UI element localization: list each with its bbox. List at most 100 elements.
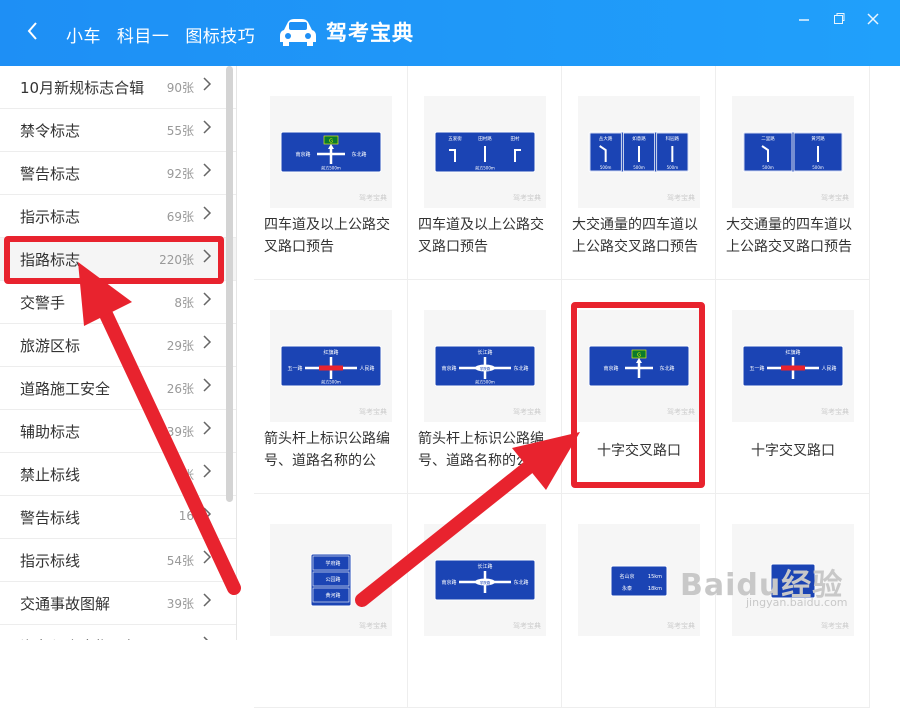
thumbnail-watermark: 驾考宝典 — [821, 194, 849, 202]
baidu-watermark-url: jingyan.baidu.com — [746, 596, 848, 609]
sign-thumbnail: 丛大路 500m 如意路 500m 科园路 500m — [578, 96, 700, 208]
sign-text-right: 人民路 — [359, 365, 374, 372]
sign-text-bottom: 前方500m — [475, 165, 495, 171]
road-sign-image: 长江路学院路 南京路 东北路 — [434, 559, 536, 601]
sidebar-item[interactable]: 指示标志 69张 — [0, 195, 236, 238]
sign-text-left: 南京路 — [441, 365, 456, 372]
app-logo: 驾考宝典 — [278, 16, 414, 48]
sign-thumbnail: 五爱街 田村路 田村 前方500m — [424, 96, 546, 208]
sign-text-right: 东北路 — [513, 365, 528, 372]
sign-text-row: 学府路 — [325, 560, 340, 567]
sign-card[interactable]: 丛大路 500m 如意路 500m 科园路 500m 驾考宝典 大交通量的四车道以上公路交叉路… — [562, 66, 716, 280]
sidebar-item-label: 指示标志 — [20, 208, 81, 226]
sidebar-item-count: 16 — [178, 509, 194, 523]
sign-card[interactable]: 五爱街 田村路 田村 前方500m 驾考宝典四车道及以上公路交叉路口预告 — [408, 66, 562, 280]
sign-text-left: 五一路 — [287, 365, 302, 372]
sidebar-item-count: 8张 — [174, 296, 194, 310]
sidebar-item[interactable]: 警告标志 92张 — [0, 152, 236, 195]
car-logo-icon — [280, 19, 316, 46]
chevron-right-icon — [203, 77, 212, 91]
sidebar-item[interactable]: 交通事故图解 39张 — [0, 582, 236, 625]
road-sign-image: 学府路公园路黄河路 — [310, 553, 352, 607]
minimize-icon[interactable] — [798, 12, 810, 30]
sidebar-item-count: 92张 — [166, 167, 194, 181]
chevron-right-icon — [203, 507, 212, 521]
sign-card-title: 大交通量的四车道以上公路交叉路口预告 — [726, 217, 852, 255]
sidebar-item-label: 禁令标志 — [20, 122, 81, 140]
category-sidebar: 10月新规标志合辑 90张 禁令标志 55张 警告标志 92张 指示标志 69张 指路标志 220… — [0, 66, 236, 640]
thumbnail-watermark: 驾考宝典 — [513, 408, 541, 416]
sidebar-item-label: 10月新规标志合辑 — [20, 79, 145, 97]
sign-thumbnail: G 南京路 东北路 前方500m — [270, 96, 392, 208]
sidebar-item[interactable]: 交警手 8张 — [0, 281, 236, 324]
sidebar-item[interactable]: 旅游区标 29张 — [0, 324, 236, 367]
close-icon[interactable] — [867, 12, 879, 30]
chevron-left-icon[interactable] — [26, 20, 38, 49]
road-sign-image: 长江路学院路 南京路 东北路前方500m — [434, 345, 536, 387]
sidebar-item-count: 5张 — [174, 468, 194, 482]
sidebar-item[interactable]: 指示标线 54张 — [0, 539, 236, 582]
sidebar-item-label: 旅游区标 — [20, 337, 81, 355]
breadcrumb: 小车 科目一 图标技巧 — [66, 22, 265, 47]
sign-panel — [742, 131, 844, 173]
sign-text-distance: 500m — [812, 165, 824, 170]
sign-text-top: 田村路 — [478, 135, 492, 142]
sidebar-item-count: 26张 — [166, 382, 194, 396]
sign-card[interactable]: 长江路 学院路 南京路 东北路驾考宝典 — [408, 494, 562, 708]
sign-text-bottom: 前方500m — [475, 379, 495, 385]
thumbnail-watermark: 驾考宝典 — [513, 194, 541, 202]
sign-text-top: 长江路 — [477, 563, 492, 570]
sign-card[interactable]: 红旗路五一路 人民路前方500m 驾考宝典箭头杆上标识公路编号、道路名称的公路... — [254, 280, 408, 494]
sidebar-item-label: 汽车仪表盘指示灯 — [20, 636, 140, 640]
breadcrumb-subject[interactable]: 科目一 — [117, 27, 170, 47]
sidebar-item[interactable]: 禁令标志 55张 — [0, 109, 236, 152]
sidebar-item-label: 警告标志 — [20, 165, 81, 183]
sign-thumbnail: 学府路 公园路 黄河路 — [270, 524, 392, 636]
route-label: G — [329, 139, 333, 145]
sidebar-item[interactable]: 汽车仪表盘指示灯21张 — [0, 625, 236, 640]
sidebar-scrollbar[interactable] — [226, 66, 233, 502]
restore-icon[interactable] — [833, 12, 845, 30]
sign-card-title: 十字交叉路口 — [751, 443, 835, 459]
sign-text-top: 如意路 — [632, 135, 646, 142]
sign-card[interactable]: 长江路学院路 南京路 东北路前方500m 驾考宝典箭头杆上标识公路编号、道路名称的公路… — [408, 280, 562, 494]
sidebar-item[interactable]: 警告标线 16 — [0, 496, 236, 539]
sign-text-bottom: 前方500m — [321, 379, 341, 385]
sign-text-distance: 18km — [648, 586, 662, 592]
sidebar-item[interactable]: 禁止标线 5张 — [0, 453, 236, 496]
sign-text-right: 东北路 — [513, 579, 528, 586]
road-sign-image: G 南京路 东北路前方500m — [280, 131, 382, 173]
sign-card[interactable]: 学府路 公园路 黄河路 驾考宝典 — [254, 494, 408, 708]
sign-card[interactable]: 红旗路 五一路 人民路 驾考宝典 十字交叉路口 — [716, 280, 870, 494]
title-bar: 小车 科目一 图标技巧 驾考宝典 — [0, 0, 900, 66]
sidebar-item-count: 39张 — [166, 425, 194, 439]
sign-thumbnail: 长江路 学院路 南京路 东北路 前方500m — [424, 310, 546, 422]
chevron-right-icon — [203, 636, 209, 640]
chevron-right-icon — [203, 593, 212, 607]
sign-text-place: 永泰 — [622, 585, 632, 592]
sign-text-top: 长江路 — [477, 349, 492, 356]
sign-text-distance: 15km — [648, 574, 662, 580]
sign-card-title: 箭头杆上标识公路编号、道路名称的公路... — [418, 431, 544, 469]
sidebar-item-count: 69张 — [166, 210, 194, 224]
thumbnail-watermark: 驾考宝典 — [513, 622, 541, 630]
sign-card-title: 四车道及以上公路交叉路口预告 — [264, 217, 390, 255]
chevron-right-icon — [203, 120, 212, 134]
sign-card-title: 四车道及以上公路交叉路口预告 — [418, 217, 544, 255]
sign-text-distance: 500m — [633, 165, 645, 170]
road-sign-image: 丛大路 500m 如意路 500m 科园路 500m — [588, 131, 690, 173]
logo-text: 驾考宝典 — [326, 21, 414, 45]
sidebar-item-count: 29张 — [166, 339, 194, 353]
sidebar-item-count: 54张 — [166, 554, 194, 568]
thumbnail-watermark: 驾考宝典 — [821, 622, 849, 630]
sign-thumbnail: 长江路 学院路 南京路 东北路 — [424, 524, 546, 636]
sign-text-bottom: 前方500m — [321, 165, 341, 171]
sign-card[interactable]: 二里路 500m 黄河路 500m 驾考宝典 大交通量的四车道以上公路交叉路口预告 — [716, 66, 870, 280]
sign-card[interactable]: G 南京路 东北路 前方500m 驾考宝典 四车道及以上公路交叉路口预告 — [254, 66, 408, 280]
sidebar-item[interactable]: 辅助标志 39张 — [0, 410, 236, 453]
sidebar-item[interactable]: 10月新规标志合辑 90张 — [0, 66, 236, 109]
sidebar-item[interactable]: 道路施工安全 26张 — [0, 367, 236, 410]
route-badge — [781, 365, 805, 371]
breadcrumb-vehicle[interactable]: 小车 — [66, 27, 101, 47]
chevron-right-icon — [203, 163, 212, 177]
